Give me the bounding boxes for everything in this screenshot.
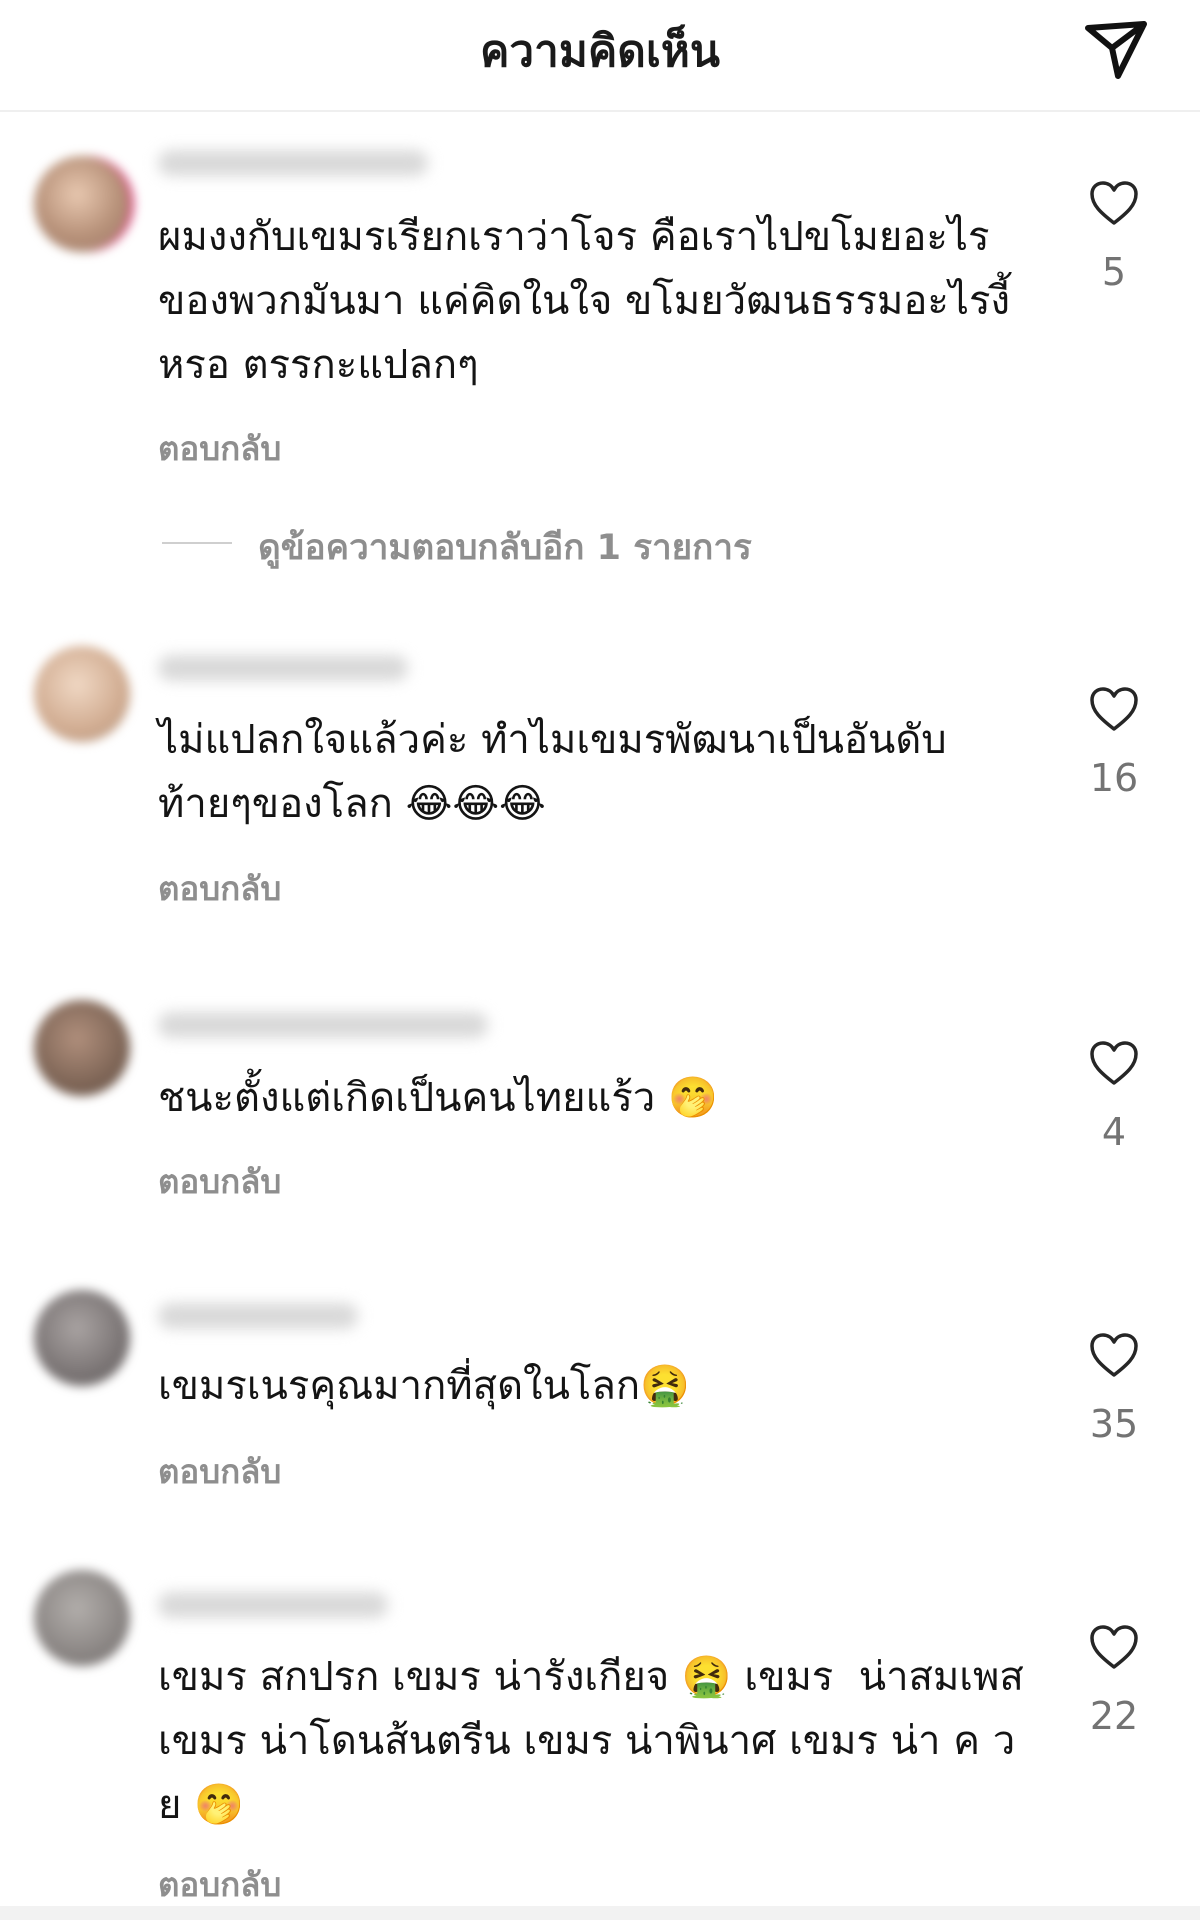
- heart-icon[interactable]: [1089, 180, 1139, 226]
- comment-text: เขมร สกปรก เขมร น่ารังเกียจ 🤮 เขมร น่าสม…: [158, 1654, 1037, 1828]
- username-redacted[interactable]: [158, 1592, 388, 1618]
- like-control: 22: [1064, 1624, 1164, 1738]
- comment-text: ชนะตั้งแต่เกิดเป็นคนไทยแร้ว 🤭: [158, 1075, 718, 1121]
- like-control: 5: [1064, 180, 1164, 294]
- like-count: 4: [1101, 1110, 1127, 1154]
- heart-icon[interactable]: [1089, 1332, 1139, 1378]
- view-replies-label: ดูข้อความตอบกลับอีก 1 รายการ: [258, 528, 752, 568]
- comment-text: เขมรเนรคุณมากที่สุดในโลก🤮: [158, 1363, 690, 1409]
- reply-button[interactable]: ตอบกลับ: [158, 1858, 281, 1911]
- like-count: 35: [1089, 1402, 1139, 1446]
- username-redacted[interactable]: [158, 150, 428, 176]
- comment-text: ไม่แปลกใจแล้วค่ะ ทำไมเขมรพัฒนาเป็นอันดับ…: [158, 717, 947, 827]
- username-redacted[interactable]: [158, 1303, 358, 1329]
- like-control: 35: [1064, 1332, 1164, 1446]
- avatar[interactable]: [34, 646, 130, 742]
- username-redacted[interactable]: [158, 655, 408, 681]
- reply-button[interactable]: ตอบกลับ: [158, 422, 281, 475]
- comment-text: ผมงงกับเขมรเรียกเราว่าโจร คือเราไปขโมยอะ…: [158, 214, 1010, 388]
- like-control: 16: [1064, 686, 1164, 800]
- paper-plane-icon[interactable]: [1078, 10, 1154, 86]
- reply-button[interactable]: ตอบกลับ: [158, 1155, 281, 1208]
- divider-line: [162, 542, 232, 544]
- like-count: 22: [1089, 1694, 1139, 1738]
- heart-icon[interactable]: [1089, 1624, 1139, 1670]
- avatar[interactable]: [34, 1290, 130, 1386]
- avatar[interactable]: [34, 1000, 130, 1096]
- username-redacted[interactable]: [158, 1012, 488, 1038]
- reply-button[interactable]: ตอบกลับ: [158, 862, 281, 915]
- heart-icon[interactable]: [1089, 686, 1139, 732]
- like-control: 4: [1064, 1040, 1164, 1154]
- bottom-edge: [0, 1906, 1200, 1920]
- like-count: 5: [1101, 250, 1127, 294]
- avatar[interactable]: [34, 156, 130, 252]
- like-count: 16: [1089, 756, 1139, 800]
- page-title: ความคิดเห็น: [480, 26, 720, 77]
- heart-icon[interactable]: [1089, 1040, 1139, 1086]
- reply-button[interactable]: ตอบกลับ: [158, 1445, 281, 1498]
- avatar[interactable]: [34, 1570, 130, 1666]
- header: ความคิดเห็น: [0, 0, 1200, 112]
